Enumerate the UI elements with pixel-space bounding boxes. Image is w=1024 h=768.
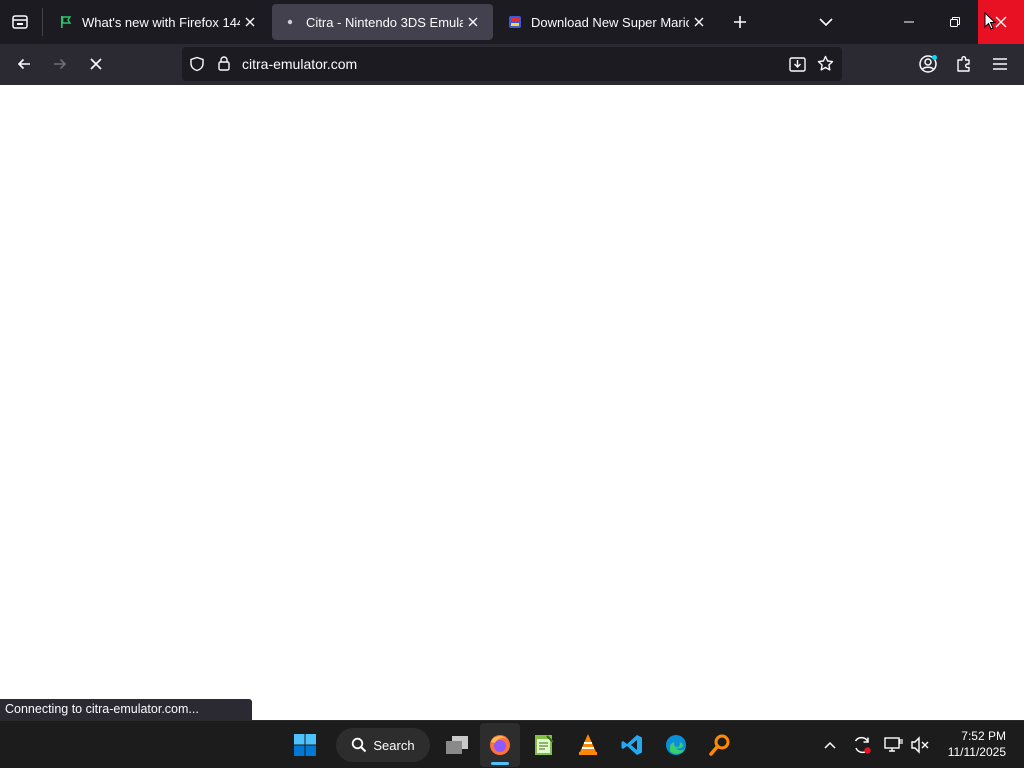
close-icon	[90, 58, 102, 70]
clock-time: 7:52 PM	[961, 729, 1006, 743]
search-app-icon	[709, 734, 730, 756]
url-text: citra-emulator.com	[242, 56, 358, 72]
network-icon	[884, 737, 903, 752]
account-icon	[919, 55, 937, 73]
show-hidden-icons-button[interactable]	[818, 733, 842, 757]
status-panel: Connecting to citra-emulator.com...	[0, 699, 252, 720]
vlc-icon	[579, 734, 597, 755]
volume-muted-icon	[911, 736, 929, 754]
page-content-area	[0, 85, 1024, 720]
new-tab-button[interactable]	[720, 0, 760, 44]
arrow-left-icon	[17, 58, 30, 70]
restore-button[interactable]	[932, 0, 978, 44]
taskbar-edge[interactable]	[656, 723, 696, 767]
app-menu-button[interactable]	[984, 48, 1016, 80]
forward-button[interactable]	[44, 48, 76, 80]
extensions-button[interactable]	[948, 48, 980, 80]
active-app-indicator	[491, 762, 509, 765]
taskbar-clock[interactable]: 7:52 PM 11/11/2025	[948, 728, 1006, 760]
tab-title: What's new with Firefox 144	[82, 14, 240, 30]
start-button[interactable]	[284, 723, 326, 767]
windows-taskbar: Search 7:52 PM 11/11/2025	[0, 720, 1024, 768]
close-tab-icon[interactable]	[689, 12, 709, 32]
close-tab-icon[interactable]	[240, 12, 260, 32]
tray-sync[interactable]	[850, 733, 874, 757]
install-app-icon[interactable]	[789, 56, 806, 72]
hamburger-menu-icon	[993, 58, 1007, 70]
windows-start-icon	[294, 734, 316, 756]
account-button[interactable]	[912, 48, 944, 80]
plus-icon	[734, 16, 746, 28]
firefox-view-button[interactable]	[0, 0, 40, 44]
site-favicon-icon	[507, 14, 523, 30]
shield-icon	[190, 56, 204, 72]
taskbar-firefox[interactable]	[480, 723, 520, 767]
sync-icon	[854, 736, 871, 754]
chevron-up-icon	[824, 741, 836, 749]
taskbar-search-button[interactable]: Search	[336, 728, 430, 762]
vscode-icon	[621, 735, 642, 755]
tab-citra[interactable]: Citra - Nintendo 3DS Emulator	[272, 4, 493, 40]
tray-volume[interactable]	[908, 733, 932, 757]
restore-icon	[950, 17, 960, 27]
taskbar-vscode[interactable]	[612, 723, 652, 767]
minimize-icon	[904, 21, 914, 23]
tab-title: Download New Super Mario Bros	[531, 14, 689, 30]
taskbar-search-app[interactable]	[700, 723, 740, 767]
edge-icon	[666, 735, 686, 755]
stop-loading-button[interactable]	[80, 48, 112, 80]
close-icon	[995, 16, 1007, 28]
close-tab-icon[interactable]	[463, 12, 483, 32]
minimize-button[interactable]	[886, 0, 932, 44]
chevron-down-icon	[819, 18, 833, 27]
tab-download-mario[interactable]: Download New Super Mario Bros	[497, 4, 719, 40]
firefox-view-icon	[12, 15, 28, 29]
navigation-toolbar: citra-emulator.com	[0, 44, 1024, 86]
search-icon	[352, 737, 367, 753]
task-view-icon	[446, 736, 468, 754]
taskbar-notepad[interactable]	[524, 723, 564, 767]
task-view-button[interactable]	[436, 723, 478, 767]
bookmark-star-icon[interactable]	[817, 55, 834, 72]
search-label: Search	[373, 737, 415, 753]
tab-separator	[42, 8, 43, 36]
firefox-icon	[490, 735, 510, 755]
puzzle-icon	[957, 56, 970, 72]
taskbar-vlc[interactable]	[568, 723, 608, 767]
tray-network[interactable]	[882, 733, 906, 757]
back-button[interactable]	[8, 48, 40, 80]
mouse-cursor-icon	[984, 12, 996, 30]
notepad-icon	[535, 735, 554, 755]
tab-whats-new[interactable]: What's new with Firefox 144	[48, 4, 270, 40]
list-all-tabs-button[interactable]	[806, 0, 846, 44]
address-bar[interactable]: citra-emulator.com	[182, 47, 842, 81]
clock-date: 11/11/2025	[947, 745, 1006, 759]
arrow-right-icon	[54, 58, 67, 70]
tab-title: Citra - Nintendo 3DS Emulator	[306, 14, 463, 30]
firefox-flag-icon	[58, 14, 74, 30]
loading-dot-icon	[282, 14, 298, 30]
lock-icon	[218, 56, 230, 71]
browser-titlebar: What's new with Firefox 144 Citra - Nint…	[0, 0, 1024, 44]
